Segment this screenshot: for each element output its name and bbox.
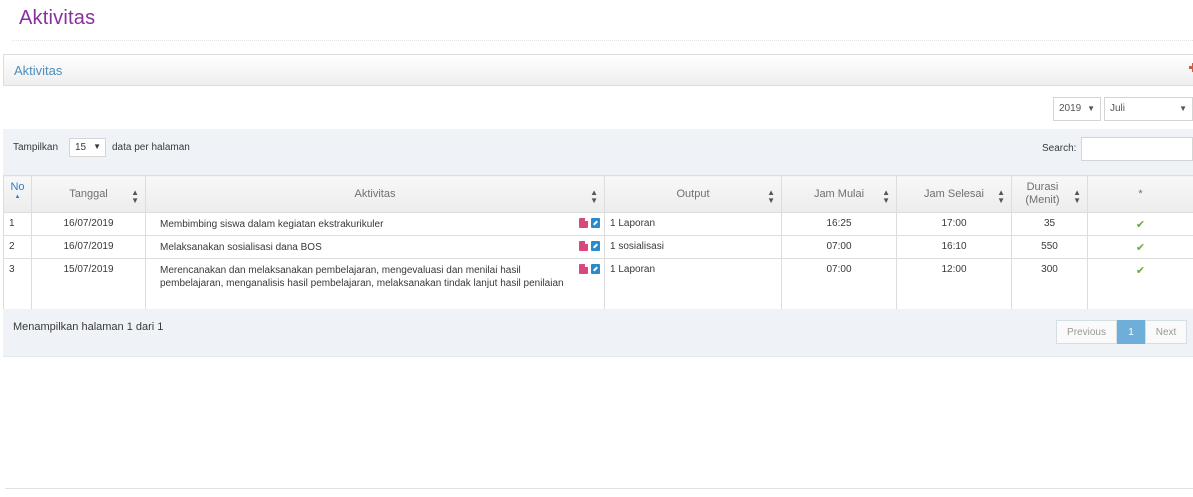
next-page-button[interactable]: Next bbox=[1145, 320, 1187, 344]
header-output[interactable]: Output ▲ ▼ bbox=[604, 175, 782, 213]
cell-tanggal: 16/07/2019 bbox=[31, 212, 146, 236]
page-length-value: 15 bbox=[75, 142, 87, 153]
header-aktivitas-label: Aktivitas bbox=[354, 188, 396, 200]
sort-icon: ▲ ▼ bbox=[767, 188, 775, 205]
table-footer: Menampilkan halaman 1 dari 1 Previous 1 … bbox=[3, 309, 1193, 357]
caret-down-icon: ▼ bbox=[1087, 104, 1095, 113]
page-1-button[interactable]: 1 bbox=[1117, 320, 1145, 344]
cell-jam-mulai: 16:25 bbox=[781, 212, 897, 236]
cell-no: 2 bbox=[3, 235, 32, 259]
cell-durasi: 550 bbox=[1011, 235, 1088, 259]
check-icon: ✔ bbox=[1135, 242, 1146, 254]
header-no[interactable]: No ▲ bbox=[3, 175, 32, 213]
widget-title: Aktivitas bbox=[14, 63, 63, 78]
year-select-value: 2019 bbox=[1059, 103, 1082, 114]
cell-no: 1 bbox=[3, 212, 32, 236]
table-toolbar: Tampilkan 15 ▼ data per halaman Search: bbox=[3, 129, 1193, 175]
cell-output: 1 sosialisasi bbox=[604, 235, 782, 259]
cell-durasi: 300 bbox=[1011, 258, 1088, 310]
cell-aktivitas-text: Melaksanakan sosialisasi dana BOS bbox=[160, 242, 322, 253]
check-icon: ✔ bbox=[1135, 265, 1146, 277]
header-output-label: Output bbox=[676, 188, 710, 200]
cell-output: 1 Laporan bbox=[604, 258, 782, 310]
cell-tanggal: 16/07/2019 bbox=[31, 235, 146, 259]
month-select-value: Juli bbox=[1110, 103, 1126, 114]
length-prefix-label: Tampilkan bbox=[13, 142, 59, 153]
sort-icon: ▲ ▼ bbox=[590, 188, 598, 205]
table-header-row: No ▲ Tanggal ▲ ▼ Aktivitas ▲ ▼ Output ▲ ▼ Jam M… bbox=[3, 175, 1193, 213]
cell-no: 3 bbox=[3, 258, 32, 310]
length-suffix-label: data per halaman bbox=[112, 142, 190, 153]
page-title: Aktivitas bbox=[19, 7, 96, 29]
title-divider bbox=[12, 40, 1193, 41]
header-jam-selesai-label: Jam Selesai bbox=[924, 188, 984, 200]
table-row: 1 16/07/2019 Membimbing siswa dalam kegi… bbox=[3, 212, 1193, 236]
widget-header: Aktivitas bbox=[3, 54, 1193, 86]
table-row: 3 15/07/2019 Merencanakan dan melaksanak… bbox=[3, 258, 1193, 310]
check-icon: ✔ bbox=[1135, 219, 1146, 231]
cell-jam-mulai: 07:00 bbox=[781, 258, 897, 310]
sort-icon: ▲ ▼ bbox=[131, 188, 139, 205]
cell-aktivitas: Membimbing siswa dalam kegiatan ekstraku… bbox=[145, 212, 605, 236]
pagination-info: Menampilkan halaman 1 dari 1 bbox=[13, 321, 164, 333]
header-tanggal-label: Tanggal bbox=[69, 188, 108, 200]
search-label: Search: bbox=[1042, 143, 1077, 154]
header-status-label: * bbox=[1138, 188, 1143, 200]
cell-aktivitas: Merencanakan dan melaksanakan pembelajar… bbox=[145, 258, 605, 310]
cell-status: ✔ bbox=[1087, 212, 1193, 236]
page-length-select[interactable]: 15 ▼ bbox=[69, 138, 106, 157]
previous-page-button[interactable]: Previous bbox=[1056, 320, 1117, 344]
header-durasi-label: Durasi (Menit) bbox=[1025, 181, 1060, 206]
header-tanggal[interactable]: Tanggal ▲ ▼ bbox=[31, 175, 146, 213]
header-status: * bbox=[1087, 175, 1193, 213]
header-durasi[interactable]: Durasi (Menit) ▲ ▼ bbox=[1011, 175, 1088, 213]
cell-jam-selesai: 17:00 bbox=[896, 212, 1012, 236]
bottom-divider bbox=[5, 488, 1193, 489]
sort-icon: ▲ ▼ bbox=[882, 188, 890, 205]
header-jam-selesai[interactable]: Jam Selesai ▲ ▼ bbox=[896, 175, 1012, 213]
cell-aktivitas-text: Membimbing siswa dalam kegiatan ekstraku… bbox=[160, 219, 384, 230]
plus-icon[interactable] bbox=[1185, 61, 1193, 75]
header-no-label: No bbox=[10, 181, 25, 193]
edit-icon[interactable] bbox=[591, 264, 600, 274]
caret-down-icon: ▼ bbox=[1179, 104, 1187, 113]
edit-icon[interactable] bbox=[591, 241, 600, 251]
sort-icon: ▲ ▼ bbox=[1073, 188, 1081, 205]
activity-table: No ▲ Tanggal ▲ ▼ Aktivitas ▲ ▼ Output ▲ ▼ Jam M… bbox=[3, 175, 1193, 310]
document-icon[interactable] bbox=[579, 218, 588, 228]
month-select[interactable]: Juli ▼ bbox=[1104, 97, 1193, 121]
cell-durasi: 35 bbox=[1011, 212, 1088, 236]
search-input[interactable] bbox=[1081, 137, 1193, 161]
header-jam-mulai[interactable]: Jam Mulai ▲ ▼ bbox=[781, 175, 897, 213]
cell-aktivitas: Melaksanakan sosialisasi dana BOS bbox=[145, 235, 605, 259]
cell-tanggal: 15/07/2019 bbox=[31, 258, 146, 310]
table-row: 2 16/07/2019 Melaksanakan sosialisasi da… bbox=[3, 235, 1193, 259]
year-select[interactable]: 2019 ▼ bbox=[1053, 97, 1101, 121]
cell-jam-selesai: 16:10 bbox=[896, 235, 1012, 259]
caret-down-icon: ▼ bbox=[93, 142, 101, 151]
document-icon[interactable] bbox=[579, 241, 588, 251]
pagination: Previous 1 Next bbox=[1056, 320, 1187, 344]
header-aktivitas[interactable]: Aktivitas ▲ ▼ bbox=[145, 175, 605, 213]
document-icon[interactable] bbox=[579, 264, 588, 274]
sort-icon: ▲ ▼ bbox=[997, 188, 1005, 205]
sort-asc-icon: ▲ bbox=[14, 194, 21, 200]
cell-jam-selesai: 12:00 bbox=[896, 258, 1012, 310]
cell-output: 1 Laporan bbox=[604, 212, 782, 236]
header-jam-mulai-label: Jam Mulai bbox=[813, 188, 865, 200]
cell-jam-mulai: 07:00 bbox=[781, 235, 897, 259]
cell-aktivitas-text: Merencanakan dan melaksanakan pembelajar… bbox=[160, 265, 564, 289]
cell-status: ✔ bbox=[1087, 235, 1193, 259]
cell-status: ✔ bbox=[1087, 258, 1193, 310]
edit-icon[interactable] bbox=[591, 218, 600, 228]
